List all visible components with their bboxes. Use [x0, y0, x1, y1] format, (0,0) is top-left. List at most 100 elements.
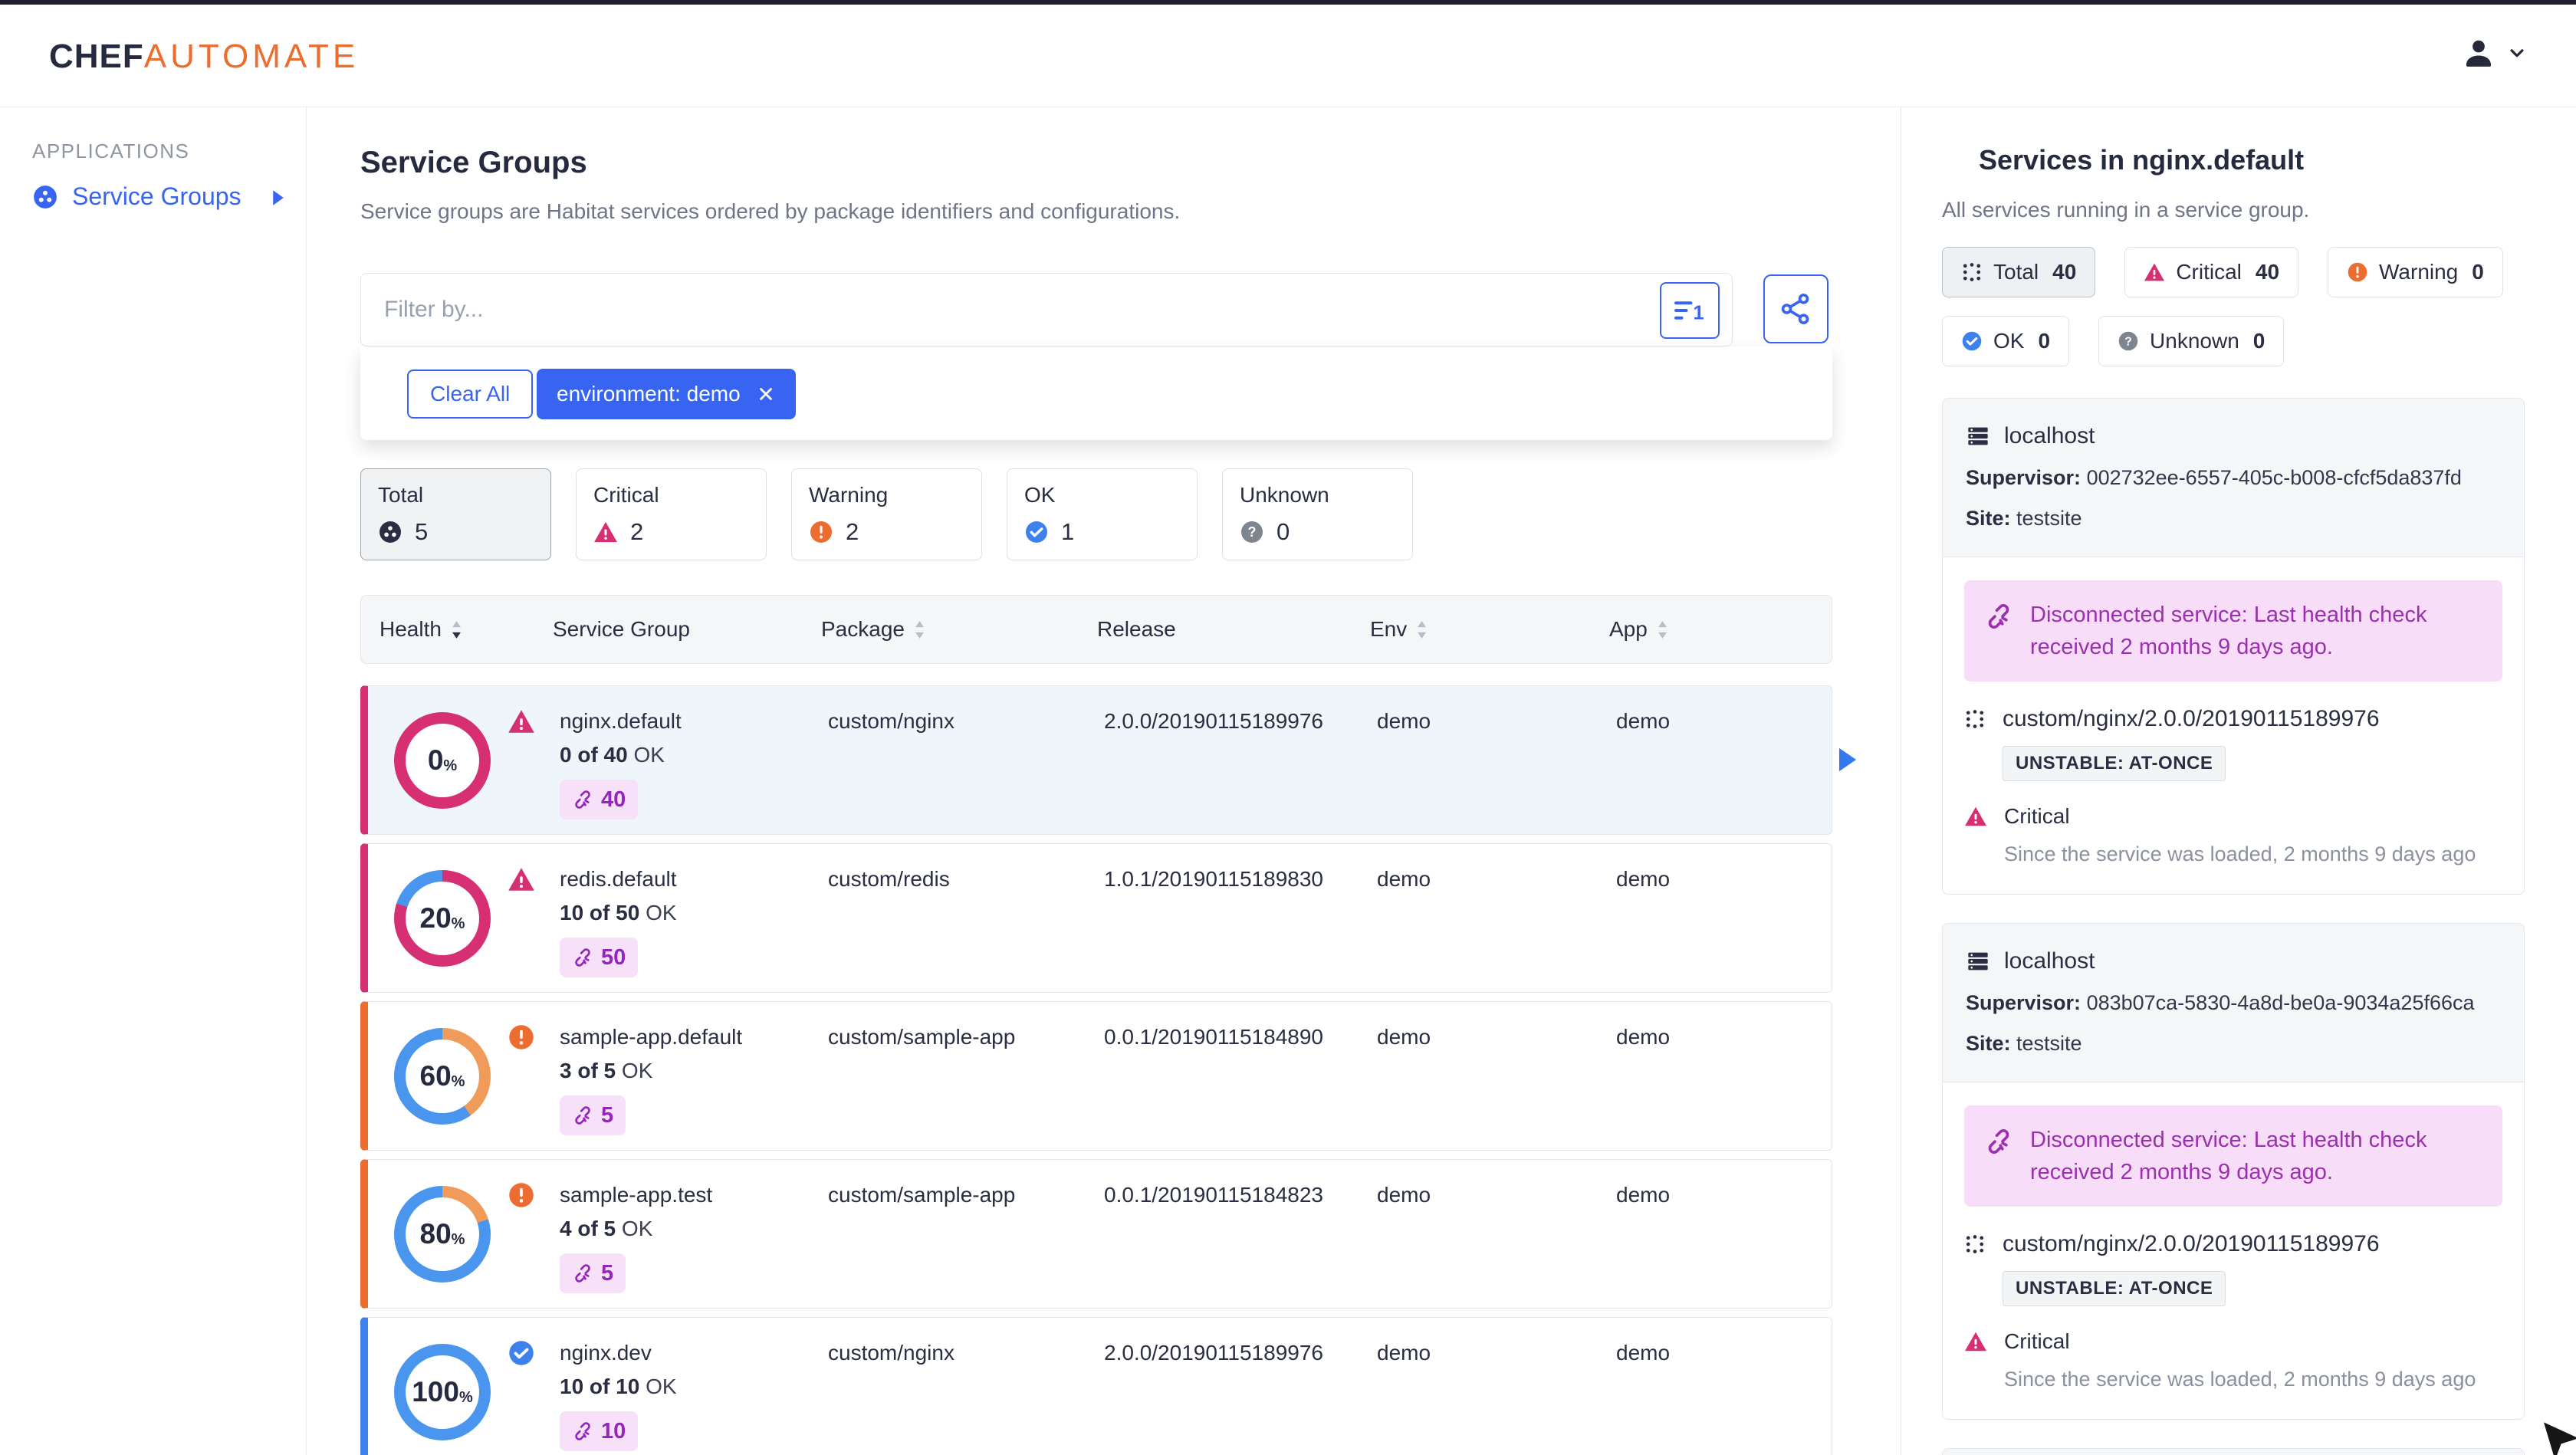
sort-icon[interactable] — [1657, 620, 1668, 639]
ok-icon — [508, 1339, 535, 1367]
ok-ratio: 4 of 5 OK — [560, 1217, 653, 1240]
critical-icon — [1964, 1330, 1987, 1353]
warning-icon — [508, 1181, 535, 1209]
health-badge-critical[interactable]: Critical 40 — [2124, 247, 2299, 297]
disconnected-count-chip: 50 — [560, 938, 639, 977]
selected-row-pointer-icon — [1838, 747, 1858, 773]
ok-ratio: 0 of 40 OK — [560, 743, 665, 767]
svg-text:1: 1 — [1694, 302, 1704, 324]
status-tab-warning[interactable]: Warning 2 — [791, 468, 982, 560]
health-cell: 100% — [386, 1318, 560, 1455]
sidebar-item-label: Service Groups — [72, 182, 242, 210]
broken-link-icon — [572, 947, 593, 968]
chef-automate-app: CHEFAUTOMATE APPLICATIONS Service Groups… — [0, 0, 2576, 1455]
table-row[interactable]: 0% nginx.default 0 of 40 OK 40 custom/ng… — [360, 685, 1857, 835]
service-card-header: localhost Supervisor: 0c0a6b1f-f9f2-4fe6… — [1943, 1449, 2524, 1455]
status-tab-ok[interactable]: OK 1 — [1007, 468, 1198, 560]
logo-automate: AUTOMATE — [143, 38, 360, 75]
share-icon — [1781, 294, 1809, 324]
service-group-name: sample-app.test — [560, 1183, 713, 1207]
service-card-header: localhost Supervisor: 083b07ca-5830-4a8d… — [1943, 924, 2524, 1082]
services-dots-icon — [1942, 148, 1967, 172]
detail-panel-title: Services in nginx.default — [1942, 144, 2304, 176]
status-tab-critical[interactable]: Critical 2 — [576, 468, 767, 560]
filter-bar: 1 — [360, 273, 1733, 347]
health-badge-warning[interactable]: Warning 0 — [2328, 247, 2503, 297]
dots-icon — [1961, 261, 1983, 283]
sort-icon[interactable] — [914, 620, 925, 639]
mouse-cursor — [2538, 1418, 2576, 1455]
sidebar-item-service-groups[interactable]: Service Groups — [32, 182, 285, 211]
service-health-badges: Total 40 Critical 40 Warning 0 OK 0 ? Un… — [1942, 247, 2525, 366]
health-badge-ok[interactable]: OK 0 — [1942, 316, 2070, 366]
package-cell: custom/redis — [828, 867, 950, 891]
service-card: localhost Supervisor: 002732ee-6557-405c… — [1942, 398, 2525, 895]
app-cell: demo — [1616, 1025, 1671, 1049]
critical-icon — [508, 865, 535, 893]
column-header-service-group[interactable]: Service Group — [553, 617, 821, 642]
update-strategy-tag: UNSTABLE: AT-ONCE — [2003, 746, 2226, 781]
user-profile-icon — [2461, 35, 2496, 71]
page-subtitle: Service groups are Habitat services orde… — [360, 199, 1181, 223]
disconnected-count-chip: 40 — [560, 780, 639, 819]
column-header-package[interactable]: Package — [821, 617, 1097, 642]
column-header-env[interactable]: Env — [1370, 617, 1609, 642]
filter-input[interactable] — [384, 274, 1595, 346]
health-cell: 0% — [386, 686, 560, 834]
disconnected-count-chip: 5 — [560, 1253, 626, 1293]
chef-automate-logo[interactable]: CHEFAUTOMATE — [49, 38, 359, 75]
user-menu[interactable] — [2461, 35, 2528, 71]
table-row[interactable]: 80% sample-app.test 4 of 5 OK 5 custom/s… — [360, 1159, 1832, 1309]
column-header-release[interactable]: Release — [1097, 617, 1370, 642]
app-cell: demo — [1616, 709, 1671, 733]
supervisor-line: Supervisor: 083b07ca-5830-4a8d-be0a-9034… — [1966, 991, 2475, 1014]
disconnected-notice: Disconnected service: Last health check … — [1964, 580, 2502, 682]
svg-text:?: ? — [1248, 524, 1257, 540]
table-row[interactable]: 20% redis.default 10 of 50 OK 50 custom/… — [360, 843, 1832, 993]
package-cell: custom/sample-app — [828, 1025, 1016, 1049]
detail-panel-subtitle: All services running in a service group. — [1942, 198, 2310, 222]
env-cell: demo — [1377, 1183, 1431, 1207]
ok-icon — [1961, 330, 1983, 352]
sort-icon[interactable] — [451, 620, 462, 639]
column-header-health[interactable]: Health — [380, 617, 553, 642]
service-groups-icon — [32, 184, 58, 210]
supervisor-line: Supervisor: 002732ee-6557-405c-b008-cfcf… — [1966, 466, 2462, 489]
health-badge-unknown[interactable]: ? Unknown 0 — [2098, 316, 2285, 366]
service-group-cell: redis.default 10 of 50 OK 50 — [560, 844, 828, 992]
sort-icon[interactable] — [1416, 620, 1428, 639]
status-tab-total[interactable]: Total 5 — [360, 468, 551, 560]
broken-link-icon — [572, 789, 593, 810]
health-row: Critical — [1964, 804, 2502, 829]
service-card-body: Disconnected service: Last health check … — [1943, 1082, 2524, 1419]
table-row[interactable]: 100% nginx.dev 10 of 10 OK 10 custom/ngi… — [360, 1317, 1832, 1455]
close-icon[interactable] — [756, 384, 776, 404]
share-button[interactable] — [1763, 274, 1829, 343]
since-loaded-text: Since the service was loaded, 2 months 9… — [2004, 842, 2476, 865]
unknown-icon: ? — [1240, 520, 1264, 544]
filter-chip-environment-demo[interactable]: environment: demo — [537, 369, 796, 419]
package-cell: custom/sample-app — [828, 1183, 1016, 1207]
env-cell: demo — [1377, 1025, 1431, 1049]
env-cell: demo — [1377, 709, 1431, 733]
health-cell: 60% — [386, 1002, 560, 1150]
health-badge-total[interactable]: Total 40 — [1942, 247, 2096, 297]
env-cell: demo — [1377, 1341, 1431, 1365]
main-content: Service Groups Service groups are Habita… — [307, 107, 1901, 1455]
table-row[interactable]: 60% sample-app.default 3 of 5 OK 5 custo… — [360, 1001, 1832, 1151]
status-tab-unknown[interactable]: Unknown ? 0 — [1222, 468, 1413, 560]
service-group-rows: 0% nginx.default 0 of 40 OK 40 custom/ng… — [360, 685, 1857, 1455]
chevron-down-icon — [2505, 41, 2528, 64]
server-icon — [1966, 949, 1990, 974]
service-cards: localhost Supervisor: 002732ee-6557-405c… — [1942, 398, 2525, 1455]
clear-all-filters-button[interactable]: Clear All — [407, 369, 534, 419]
service-group-name: nginx.dev — [560, 1341, 652, 1365]
service-group-name: sample-app.default — [560, 1025, 743, 1049]
critical-icon — [1964, 805, 1987, 828]
service-group-cell: nginx.dev 10 of 10 OK 10 — [560, 1318, 828, 1455]
column-header-app[interactable]: App — [1609, 617, 1832, 642]
release-cell: 2.0.0/20190115189976 — [1104, 1341, 1323, 1365]
filter-count-button[interactable]: 1 — [1660, 282, 1720, 339]
ok-ratio: 10 of 50 OK — [560, 901, 677, 925]
health-cell: 20% — [386, 844, 560, 992]
